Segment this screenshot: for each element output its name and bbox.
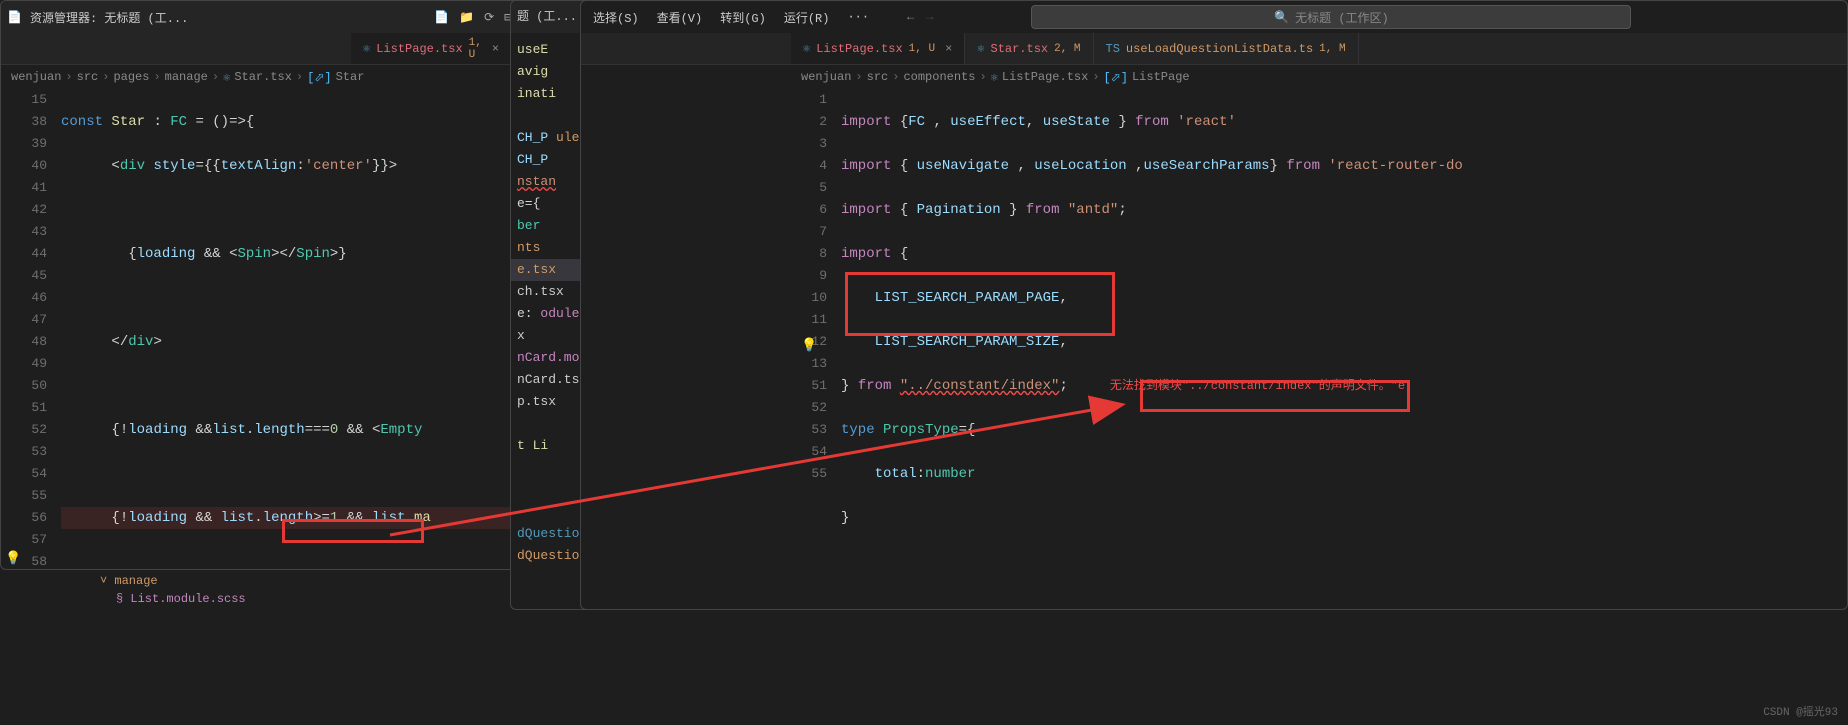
tab-listpage[interactable]: ⚛ ListPage.tsx 1, U × <box>791 33 965 64</box>
left-code[interactable]: const Star : FC = ()=>{ <div style={{tex… <box>61 89 549 569</box>
menubar: 选择(S) 查看(V) 转到(G) 运行(R) ··· ← → 🔍 无标题 (工… <box>581 1 1847 33</box>
search-placeholder: 无标题 (工作区) <box>1295 9 1389 26</box>
right-breadcrumb: wenjuan› src› components› ⚛ListPage.tsx›… <box>581 65 1847 89</box>
react-icon: ⚛ <box>803 41 810 56</box>
nav-back-icon[interactable]: ← <box>907 10 914 24</box>
bc-item[interactable]: manage <box>165 70 208 84</box>
search-icon: 🔍 <box>1274 10 1289 25</box>
close-icon[interactable]: × <box>492 42 499 56</box>
menu-run[interactable]: 运行(R) <box>784 9 830 26</box>
bc-item[interactable]: components <box>903 70 975 84</box>
new-folder-icon[interactable]: 📁 <box>459 10 474 25</box>
tree-folder[interactable]: ˅ manage <box>0 572 550 590</box>
right-tabbar: ⚛ ListPage.tsx 1, U × ⚛ Star.tsx 2, M TS… <box>581 33 1847 65</box>
tree-file[interactable]: § List.module.scss <box>0 590 550 608</box>
left-gutter: 15 38 39 40 41 42 43 44 45 46 47 48 49 5… <box>1 89 61 569</box>
explorer-icon: 📄 <box>7 10 22 25</box>
bc-item[interactable]: Star.tsx <box>234 70 292 84</box>
left-breadcrumb: wenjuan› src› pages› manage› ⚛Star.tsx› … <box>1 65 549 89</box>
watermark: CSDN @摇光93 <box>1763 703 1838 719</box>
lightbulb-icon[interactable]: 💡 <box>801 335 817 357</box>
close-icon[interactable]: × <box>945 42 952 56</box>
right-code[interactable]: import {FC , useEffect, useState } from … <box>841 89 1847 609</box>
nav-forward-icon[interactable]: → <box>926 10 933 24</box>
react-icon: ⚛ <box>363 41 370 56</box>
right-editor-pane: 选择(S) 查看(V) 转到(G) 运行(R) ··· ← → 🔍 无标题 (工… <box>580 0 1848 610</box>
left-titlebar: 📄 资源管理器: 无标题 (工... 📄 📁 ⟳ ⊟ ··· <box>1 1 549 33</box>
command-search[interactable]: 🔍 无标题 (工作区) <box>1031 5 1631 29</box>
bc-symbol[interactable]: ListPage <box>1132 70 1190 84</box>
menu-goto[interactable]: 转到(G) <box>720 9 766 26</box>
bc-item[interactable]: ListPage.tsx <box>1002 70 1088 84</box>
bc-item[interactable]: wenjuan <box>11 70 61 84</box>
refresh-icon[interactable]: ⟳ <box>484 10 494 25</box>
ts-icon: TS <box>1106 42 1120 56</box>
new-file-icon[interactable]: 📄 <box>434 10 449 25</box>
tab-hook[interactable]: TS useLoadQuestionListData.ts 1, M <box>1094 33 1359 64</box>
react-icon: ⚛ <box>977 41 984 56</box>
left-editor-pane: 📄 资源管理器: 无标题 (工... 📄 📁 ⟳ ⊟ ··· ⚛ ListPag… <box>0 0 550 570</box>
right-editor[interactable]: 1 2 3 4 5 6 7 8 9 10 11 12 13 51 52 53 5… <box>581 89 1847 609</box>
left-editor[interactable]: 15 38 39 40 41 42 43 44 45 46 47 48 49 5… <box>1 89 549 569</box>
tab-listpage[interactable]: ⚛ ListPage.tsx 1, U × <box>351 33 512 64</box>
menu-more[interactable]: ··· <box>847 10 869 24</box>
menu-view[interactable]: 查看(V) <box>657 9 703 26</box>
explorer-tree: ˅ manage § List.module.scss <box>0 572 550 608</box>
lightbulb-icon[interactable]: 💡 <box>5 551 21 566</box>
tab-star[interactable]: ⚛ Star.tsx 2, M <box>965 33 1093 64</box>
bc-symbol[interactable]: Star <box>336 70 365 84</box>
bc-item[interactable]: pages <box>113 70 149 84</box>
bc-item[interactable]: src <box>867 70 889 84</box>
bc-item[interactable]: src <box>77 70 99 84</box>
left-tabbar: ⚛ ListPage.tsx 1, U × ⚛ Star.tsx <box>1 33 549 65</box>
explorer-title: 资源管理器: 无标题 (工... <box>30 9 188 26</box>
tab-badge: 1, U <box>469 37 482 61</box>
bc-item[interactable]: wenjuan <box>801 70 851 84</box>
menu-select[interactable]: 选择(S) <box>593 9 639 26</box>
tab-filename: ListPage.tsx <box>376 42 462 56</box>
